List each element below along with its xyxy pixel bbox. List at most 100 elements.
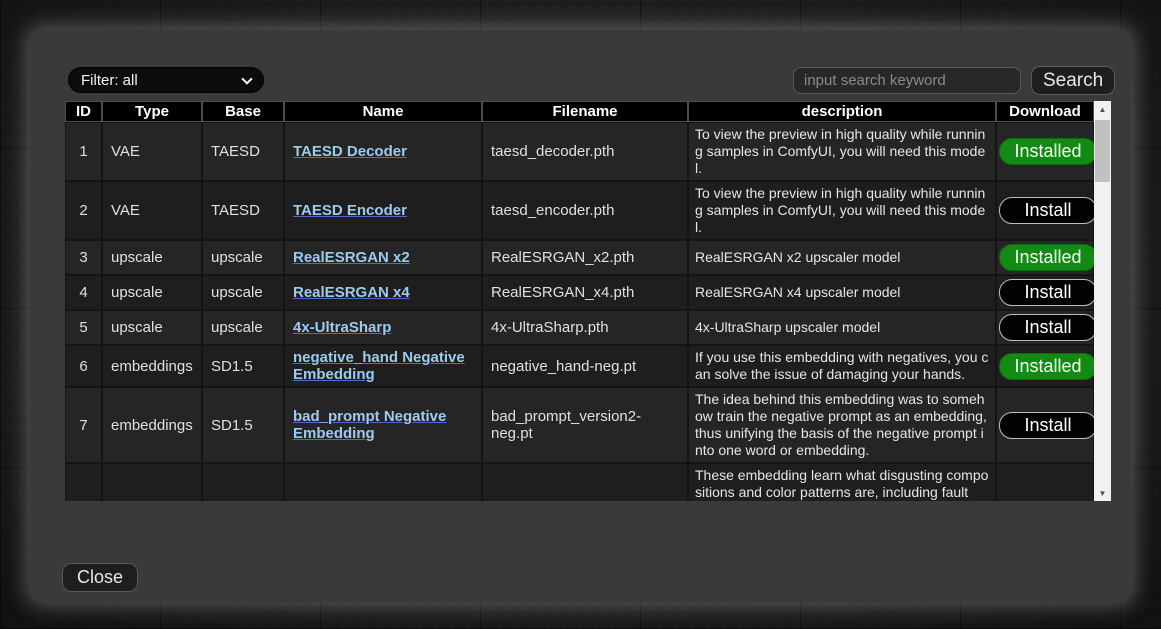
model-name-link[interactable]: TAESD Decoder <box>293 143 407 160</box>
cell-name: bad_prompt Negative Embedding <box>284 387 482 463</box>
cell-type: embeddings <box>102 387 202 463</box>
cell-name: negative_hand Negative Embedding <box>284 345 482 387</box>
install-button[interactable]: Install <box>999 314 1097 341</box>
cell-base: upscale <box>202 275 284 310</box>
cell-base <box>202 463 284 501</box>
cell-id: 5 <box>65 310 102 345</box>
model-name-link[interactable]: TAESD Encoder <box>293 202 407 219</box>
cell-filename: taesd_encoder.pth <box>482 181 688 240</box>
cell-download: Install <box>996 310 1094 345</box>
header-name: Name <box>284 101 482 122</box>
cell-type: embeddings <box>102 345 202 387</box>
cell-description: To view the preview in high quality whil… <box>688 181 996 240</box>
install-button[interactable]: Install <box>999 197 1097 224</box>
table-row: 7embeddingsSD1.5 bad_prompt Negative Embe… <box>65 387 1094 463</box>
table-row: 4upscaleupscaleRealESRGAN x4RealESRGAN_x… <box>65 275 1094 310</box>
close-button[interactable]: Close <box>62 563 138 592</box>
cell-id: 1 <box>65 122 102 181</box>
model-name-link[interactable]: RealESRGAN x2 <box>293 249 410 266</box>
model-name-link[interactable]: 4x-UltraSharp <box>293 319 391 336</box>
cell-download: Installed <box>996 240 1094 275</box>
header-filename: Filename <box>482 101 688 122</box>
cell-filename: taesd_decoder.pth <box>482 122 688 181</box>
cell-base: SD1.5 <box>202 387 284 463</box>
cell-type: upscale <box>102 310 202 345</box>
model-table-container: ID Type Base Name Filename description D… <box>65 101 1111 501</box>
cell-description: The idea behind this embedding was to so… <box>688 387 996 463</box>
cell-filename: negative_hand-neg.pt <box>482 345 688 387</box>
model-table: ID Type Base Name Filename description D… <box>65 101 1094 501</box>
cell-filename: bad_prompt_version2-neg.pt <box>482 387 688 463</box>
cell-id: 4 <box>65 275 102 310</box>
cell-name: TAESD Decoder <box>284 122 482 181</box>
header-type: Type <box>102 101 202 122</box>
table-header-row: ID Type Base Name Filename description D… <box>65 101 1094 122</box>
cell-filename: RealESRGAN_x4.pth <box>482 275 688 310</box>
filter-dropdown[interactable]: Filter: all <box>68 67 264 93</box>
cell-name: RealESRGAN x2 <box>284 240 482 275</box>
cell-download: Install <box>996 275 1094 310</box>
table-body: 1VAETAESDTAESD Decodertaesd_decoder.pthT… <box>65 122 1094 501</box>
installed-button[interactable]: Installed <box>999 138 1097 165</box>
model-manager-dialog: Filter: all Search ID Type Base Name Fil… <box>30 30 1131 602</box>
cell-base: TAESD <box>202 181 284 240</box>
cell-description: If you use this embedding with negatives… <box>688 345 996 387</box>
search-input[interactable] <box>793 67 1021 94</box>
cell-type: VAE <box>102 181 202 240</box>
scrollbar-thumb[interactable] <box>1095 120 1110 182</box>
search-button[interactable]: Search <box>1031 66 1115 95</box>
cell-description: RealESRGAN x2 upscaler model <box>688 240 996 275</box>
cell-download: Installed <box>996 122 1094 181</box>
install-button[interactable]: Install <box>999 279 1097 306</box>
table-row: 3upscaleupscaleRealESRGAN x2RealESRGAN_x… <box>65 240 1094 275</box>
cell-description: These embedding learn what disgusting co… <box>688 463 996 501</box>
cell-id: 6 <box>65 345 102 387</box>
filter-dropdown-wrap: Filter: all <box>68 67 264 93</box>
cell-filename: RealESRGAN_x2.pth <box>482 240 688 275</box>
install-button[interactable]: Install <box>999 412 1097 439</box>
cell-download: Install <box>996 181 1094 240</box>
comfyui-canvas: { "toolbar": { "filter": { "selected": "… <box>0 0 1161 629</box>
header-base: Base <box>202 101 284 122</box>
cell-type: upscale <box>102 275 202 310</box>
header-description: description <box>688 101 996 122</box>
cell-name: 4x-UltraSharp <box>284 310 482 345</box>
model-name-link[interactable]: RealESRGAN x4 <box>293 284 410 301</box>
cell-id: 3 <box>65 240 102 275</box>
table-row: These embedding learn what disgusting co… <box>65 463 1094 501</box>
table-row: 2VAETAESD TAESD Encoder taesd_encoder.pthT… <box>65 181 1094 240</box>
cell-name <box>284 463 482 501</box>
cell-id: 2 <box>65 181 102 240</box>
cell-name: TAESD Encoder <box>284 181 482 240</box>
table-row: 6embeddingsSD1.5 negative_hand Negative E… <box>65 345 1094 387</box>
model-name-link[interactable]: negative_hand Negative Embedding <box>293 349 465 383</box>
header-id: ID <box>65 101 102 122</box>
table-row: 1VAETAESD TAESD Decoder taesd_decoder.pthT… <box>65 122 1094 181</box>
cell-type: VAE <box>102 122 202 181</box>
cell-description: RealESRGAN x4 upscaler model <box>688 275 996 310</box>
model-name-link[interactable]: bad_prompt Negative Embedding <box>293 408 446 442</box>
cell-id <box>65 463 102 501</box>
cell-type: upscale <box>102 240 202 275</box>
cell-description: 4x-UltraSharp upscaler model <box>688 310 996 345</box>
installed-button[interactable]: Installed <box>999 353 1097 380</box>
header-download: Download <box>996 101 1094 122</box>
cell-type <box>102 463 202 501</box>
cell-id: 7 <box>65 387 102 463</box>
cell-download: Installed <box>996 345 1094 387</box>
cell-filename <box>482 463 688 501</box>
table-scrollbar: ▲ ▼ <box>1094 101 1111 501</box>
cell-filename: 4x-UltraSharp.pth <box>482 310 688 345</box>
cell-base: TAESD <box>202 122 284 181</box>
scrollbar-down-arrow-icon[interactable]: ▼ <box>1094 485 1111 501</box>
cell-name: RealESRGAN x4 <box>284 275 482 310</box>
cell-download <box>996 463 1094 501</box>
cell-base: upscale <box>202 310 284 345</box>
scrollbar-up-arrow-icon[interactable]: ▲ <box>1094 101 1111 117</box>
cell-download: Install <box>996 387 1094 463</box>
cell-base: upscale <box>202 240 284 275</box>
table-row: 5upscaleupscale4x-UltraSharp4x-UltraShar… <box>65 310 1094 345</box>
cell-description: To view the preview in high quality whil… <box>688 122 996 181</box>
installed-button[interactable]: Installed <box>999 244 1097 271</box>
cell-base: SD1.5 <box>202 345 284 387</box>
